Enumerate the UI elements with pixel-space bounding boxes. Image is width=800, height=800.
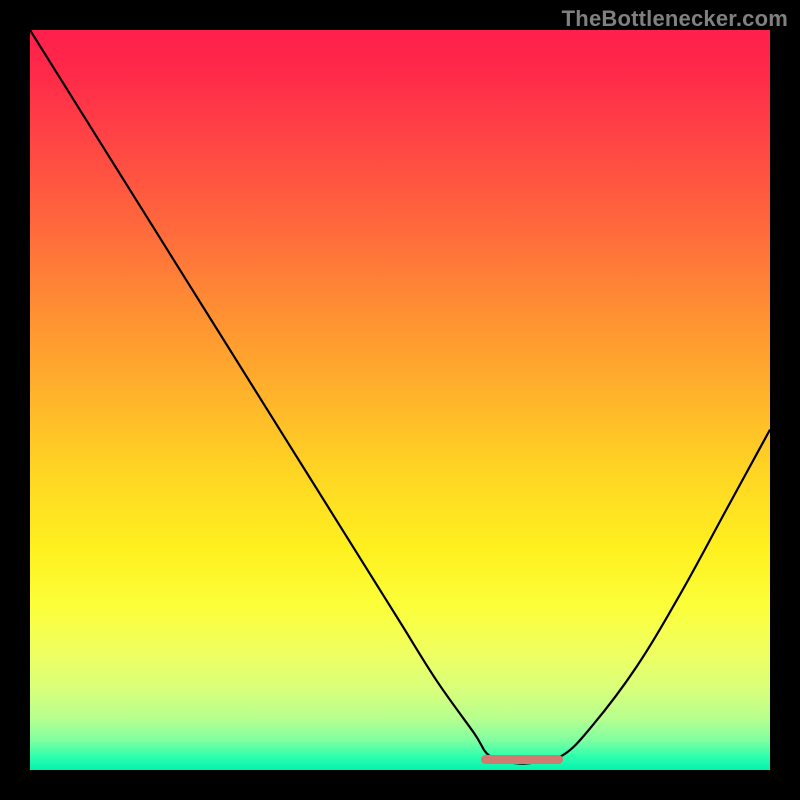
optimal-zone-marker — [481, 755, 562, 764]
plot-area — [30, 30, 770, 770]
bottleneck-curve — [30, 30, 770, 764]
watermark-text: TheBottlenecker.com — [562, 6, 788, 32]
chart-stage: TheBottlenecker.com — [0, 0, 800, 800]
curve-layer — [30, 30, 770, 770]
